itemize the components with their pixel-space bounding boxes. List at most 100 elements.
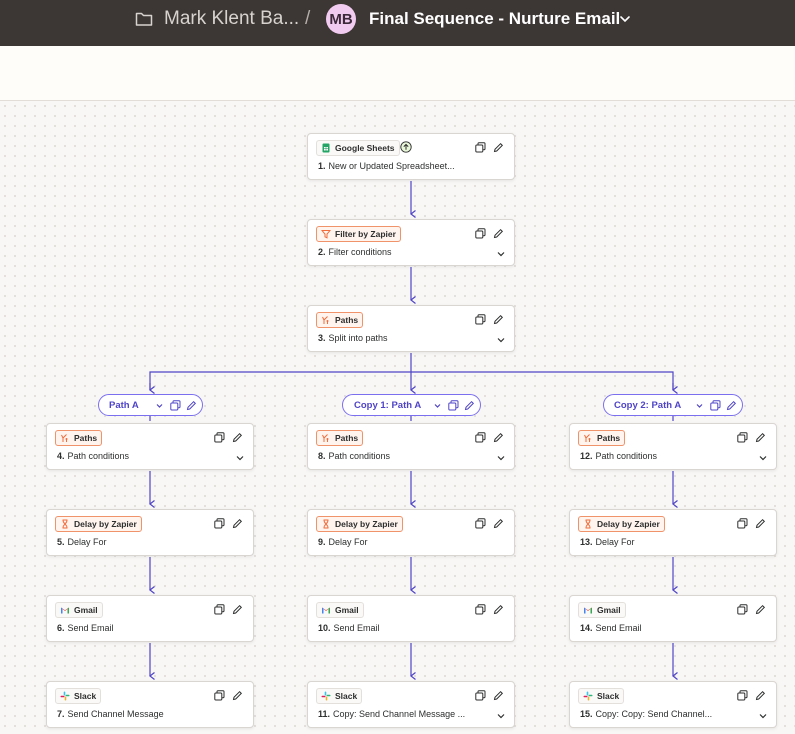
edit-icon[interactable] — [186, 400, 197, 411]
step-title: 13. Delay For — [580, 537, 635, 547]
edit-icon[interactable] — [493, 314, 504, 325]
app-badge: Delay by Zapier — [316, 516, 403, 532]
edit-icon[interactable] — [726, 400, 737, 411]
copy-icon[interactable] — [737, 518, 748, 529]
edit-icon[interactable] — [755, 518, 766, 529]
paths-icon — [322, 316, 329, 324]
copy-icon[interactable] — [448, 400, 459, 411]
path-label: Copy 2: Path A — [614, 400, 682, 411]
chevron-down-icon[interactable] — [235, 454, 245, 462]
edit-icon[interactable] — [755, 432, 766, 443]
app-name: Slack — [74, 691, 97, 701]
copy-icon[interactable] — [475, 432, 486, 443]
copy-icon[interactable] — [475, 518, 486, 529]
copy-icon[interactable] — [170, 400, 181, 411]
step-card-2[interactable]: Filter by Zapier 2. Filter conditions — [307, 219, 515, 266]
step-card-4[interactable]: Paths 4. Path conditions — [46, 423, 254, 470]
app-name: Gmail — [597, 605, 621, 615]
edit-icon[interactable] — [232, 690, 243, 701]
copy-icon[interactable] — [475, 228, 486, 239]
step-title: 7. Send Channel Message — [57, 709, 164, 719]
slack-icon — [321, 691, 331, 701]
chevron-down-icon[interactable] — [496, 336, 506, 344]
copy-icon[interactable] — [737, 690, 748, 701]
chevron-down-icon[interactable] — [694, 400, 705, 411]
step-card-9[interactable]: Delay by Zapier 9. Delay For — [307, 509, 515, 556]
edit-icon[interactable] — [755, 690, 766, 701]
step-title: 10. Send Email — [318, 623, 380, 633]
step-card-5[interactable]: Delay by Zapier 5. Delay For — [46, 509, 254, 556]
step-title: 5. Delay For — [57, 537, 107, 547]
chevron-down-icon[interactable] — [432, 400, 443, 411]
edit-icon[interactable] — [493, 432, 504, 443]
app-name: Google Sheets — [335, 143, 395, 153]
chevron-down-icon[interactable] — [618, 12, 632, 26]
chevron-down-icon[interactable] — [496, 712, 506, 720]
edit-icon[interactable] — [493, 518, 504, 529]
app-badge: Delay by Zapier — [55, 516, 142, 532]
path-pill-c[interactable]: Copy 2: Path A — [603, 394, 743, 416]
edit-icon[interactable] — [493, 604, 504, 615]
copy-icon[interactable] — [214, 690, 225, 701]
copy-icon[interactable] — [475, 690, 486, 701]
edit-icon[interactable] — [232, 604, 243, 615]
gmail-icon — [61, 607, 69, 614]
app-name: Paths — [74, 433, 98, 443]
edit-icon[interactable] — [232, 432, 243, 443]
edit-icon[interactable] — [464, 400, 475, 411]
chevron-down-icon[interactable] — [496, 250, 506, 258]
paths-icon — [584, 434, 591, 442]
path-pill-a[interactable]: Path A — [98, 394, 203, 416]
app-badge: Gmail — [55, 602, 103, 618]
copy-icon[interactable] — [737, 604, 748, 615]
copy-icon[interactable] — [214, 604, 225, 615]
copy-icon[interactable] — [710, 400, 721, 411]
edit-icon[interactable] — [493, 690, 504, 701]
app-badge: Google Sheets — [316, 140, 400, 156]
chevron-down-icon[interactable] — [496, 454, 506, 462]
step-card-10[interactable]: Gmail 10. Send Email — [307, 595, 515, 642]
app-name: Paths — [597, 433, 621, 443]
trigger-icon — [400, 141, 412, 153]
copy-icon[interactable] — [475, 604, 486, 615]
step-card-1[interactable]: Google Sheets 1. New or Updated Spreadshe… — [307, 133, 515, 180]
breadcrumb-folder[interactable]: Mark Klent Ba... — [164, 8, 299, 30]
chevron-down-icon[interactable] — [758, 712, 768, 720]
edit-icon[interactable] — [232, 518, 243, 529]
avatar[interactable]: MB — [326, 4, 356, 34]
path-pill-b[interactable]: Copy 1: Path A — [342, 394, 481, 416]
step-card-7[interactable]: Slack 7. Send Channel Message — [46, 681, 254, 728]
step-card-3[interactable]: Paths 3. Split into paths — [307, 305, 515, 352]
top-bar: Mark Klent Ba... / MB Final Sequence - N… — [0, 0, 795, 46]
copy-icon[interactable] — [214, 432, 225, 443]
copy-icon[interactable] — [214, 518, 225, 529]
step-title: 15. Copy: Copy: Send Channel... — [580, 709, 713, 719]
edit-icon[interactable] — [755, 604, 766, 615]
edit-icon[interactable] — [493, 228, 504, 239]
app-name: Slack — [597, 691, 620, 701]
app-name: Delay by Zapier — [597, 519, 660, 529]
app-badge: Filter by Zapier — [316, 226, 401, 242]
edit-icon[interactable] — [493, 142, 504, 153]
copy-icon[interactable] — [475, 142, 486, 153]
chevron-down-icon[interactable] — [758, 454, 768, 462]
step-card-13[interactable]: Delay by Zapier 13. Delay For — [569, 509, 777, 556]
chevron-down-icon[interactable] — [154, 400, 165, 411]
copy-icon[interactable] — [737, 432, 748, 443]
app-badge: Slack — [316, 688, 363, 704]
step-card-11[interactable]: Slack 11. Copy: Send Channel Message ... — [307, 681, 515, 728]
step-card-12[interactable]: Paths 12. Path conditions — [569, 423, 777, 470]
zap-title[interactable]: Final Sequence - Nurture Email — [369, 9, 620, 29]
step-card-6[interactable]: Gmail 6. Send Email — [46, 595, 254, 642]
step-card-15[interactable]: Slack 15. Copy: Copy: Send Channel... — [569, 681, 777, 728]
step-title: 6. Send Email — [57, 623, 114, 633]
app-badge: Paths — [316, 430, 364, 446]
toolbar-area — [0, 46, 795, 101]
step-card-8[interactable]: Paths 8. Path conditions — [307, 423, 515, 470]
hourglass-icon — [585, 519, 591, 529]
folder-icon[interactable] — [135, 11, 153, 27]
step-title: 9. Delay For — [318, 537, 368, 547]
app-name: Delay by Zapier — [74, 519, 137, 529]
step-card-14[interactable]: Gmail 14. Send Email — [569, 595, 777, 642]
copy-icon[interactable] — [475, 314, 486, 325]
